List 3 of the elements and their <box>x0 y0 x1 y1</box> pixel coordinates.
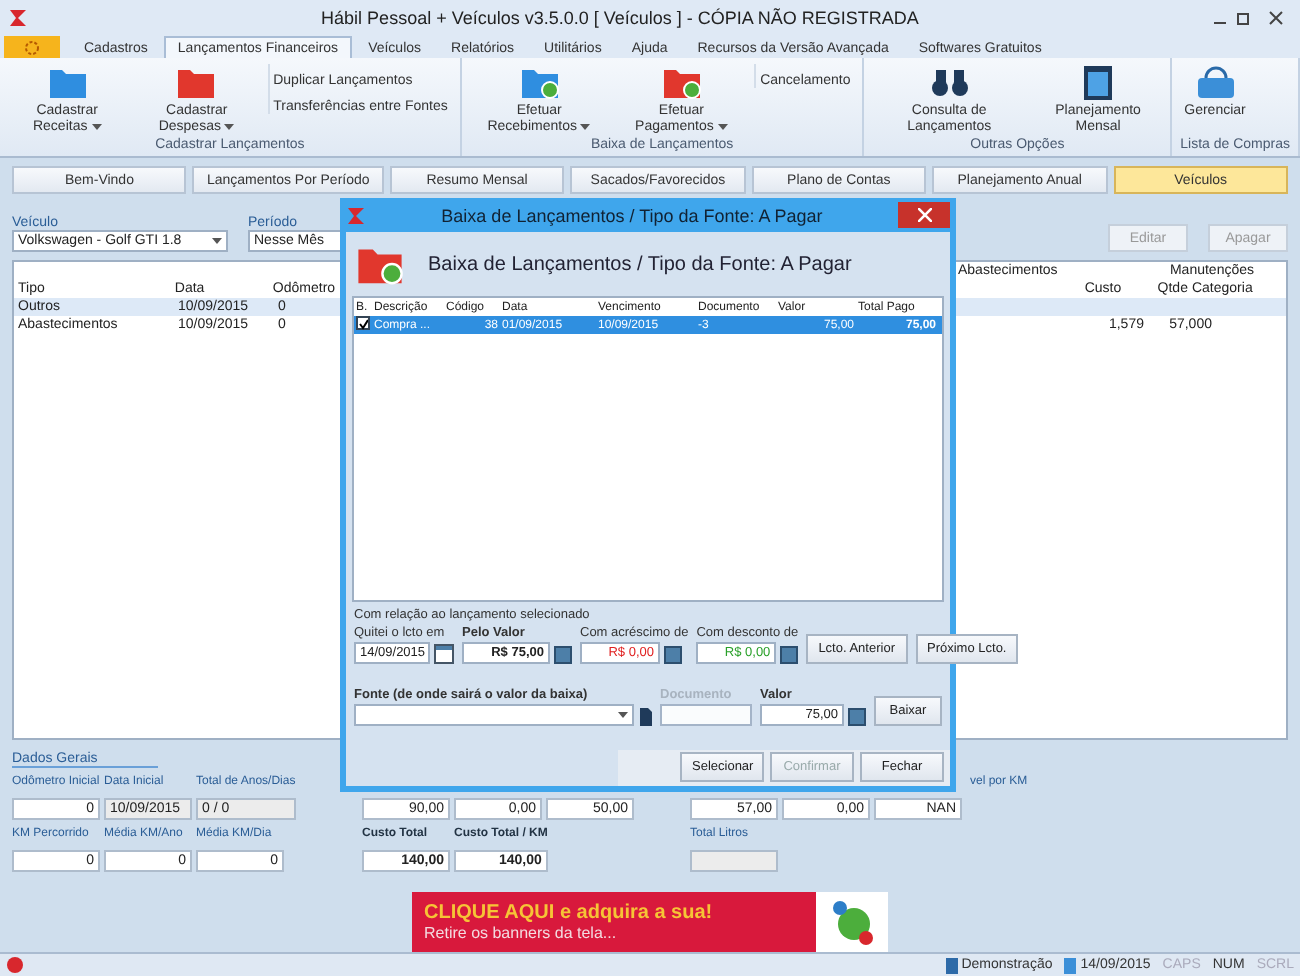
dialog-heading: Baixa de Lançamentos / Tipo da Fonte: A Pagar <box>428 253 852 275</box>
dialog-title: Baixa de Lançamentos / Tipo da Fonte: A Pagar <box>439 205 825 225</box>
window-title: Hábil Pessoal + Veículos v3.5.0.0 [ Veículos ] - CÓPIA NÃO REGISTRADA <box>319 8 921 28</box>
